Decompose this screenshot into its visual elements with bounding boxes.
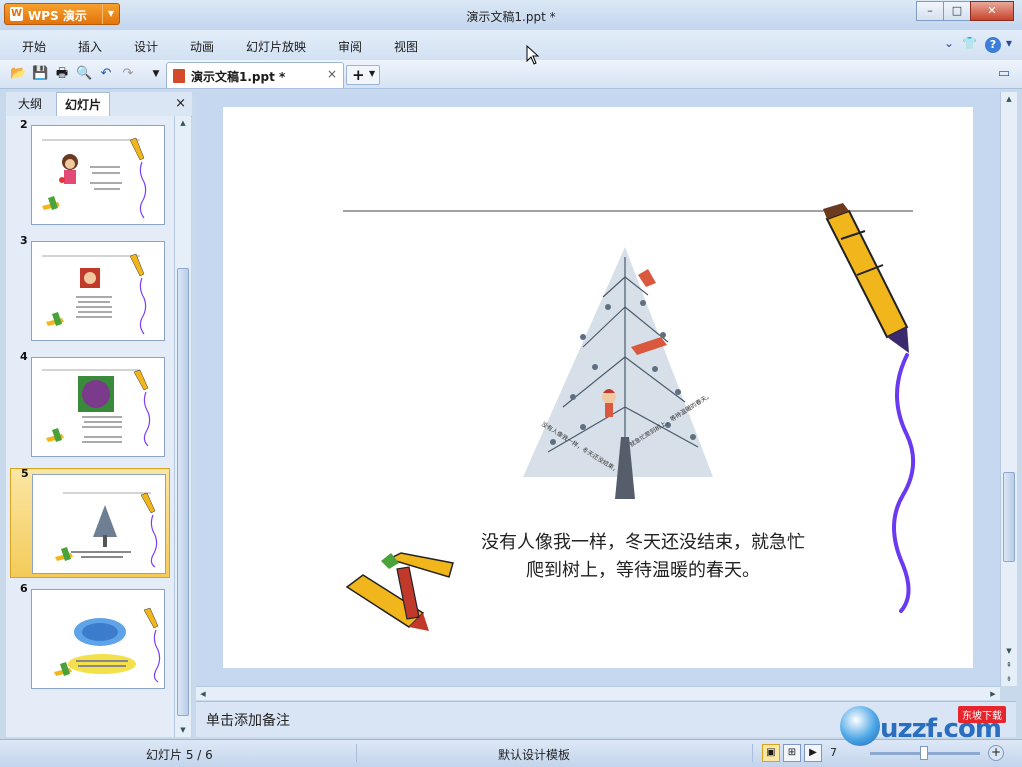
- help-icon[interactable]: ?: [985, 37, 1001, 53]
- scroll-right-arrow[interactable]: ▶: [986, 687, 1000, 701]
- slide-thumbnail[interactable]: 2: [10, 118, 170, 230]
- slide-preview: [32, 474, 166, 574]
- menu-view[interactable]: 视图: [394, 38, 418, 55]
- document-tab-label: 演示文稿1.ppt *: [191, 70, 286, 84]
- slide-number: 2: [20, 118, 28, 131]
- caption-line-2: 爬到树上，等待温暖的春天。: [526, 560, 760, 581]
- scroll-up-arrow[interactable]: ▲: [1001, 92, 1017, 106]
- site-watermark: uzzf.com 东坡下载: [840, 702, 1018, 758]
- plus-icon: +: [352, 66, 365, 84]
- editor-vertical-scrollbar[interactable]: ▲ ▼ ⇞ ⇟: [1000, 92, 1017, 686]
- slide-3-image: [42, 253, 147, 335]
- chevron-down-icon[interactable]: ▾: [1006, 36, 1012, 50]
- prev-slide-arrow[interactable]: ⇞: [1001, 658, 1017, 672]
- tree-illustration: 没有人像我一样，冬天还没结束， 就急忙爬到树上，等待温暖的春天。: [523, 247, 713, 499]
- menu-bar: 开始 插入 设计 动画 幻灯片放映 审阅 视图 ⌄ 👕 ? ▾: [0, 30, 1022, 60]
- scroll-thumb[interactable]: [177, 268, 189, 716]
- menu-design[interactable]: 设计: [134, 38, 158, 55]
- slide-number: 3: [20, 234, 28, 247]
- shirt-icon[interactable]: 👕: [962, 36, 977, 50]
- slide-counter: 幻灯片 5 / 6: [146, 748, 213, 762]
- panel-tabs: 大纲 幻灯片 ×: [6, 92, 192, 117]
- title-bar: W WPS 演示 ▼ 演示文稿1.ppt * – □ ✕: [0, 0, 1022, 30]
- chevron-down-icon: ▼: [369, 69, 376, 78]
- save-icon[interactable]: 💾: [32, 66, 48, 82]
- menu-review[interactable]: 审阅: [338, 38, 362, 55]
- slide-5-image: [55, 492, 158, 568]
- scroll-down-arrow[interactable]: ▼: [175, 723, 191, 737]
- slide-editor: 没有人像我一样，冬天还没结束， 就急忙爬到树上，等待温暖的春天。 没有人像我一样…: [196, 92, 1004, 686]
- slides-panel: 大纲 幻灯片 × 2 3 4 5 6 ▲ ▼: [6, 92, 192, 737]
- thumbnail-scrollbar[interactable]: ▲ ▼: [174, 116, 191, 737]
- menu-home[interactable]: 开始: [22, 38, 46, 55]
- next-slide-arrow[interactable]: ⇟: [1001, 672, 1017, 686]
- redo-icon[interactable]: ↷: [120, 66, 136, 82]
- tab-outline[interactable]: 大纲: [10, 92, 50, 116]
- scroll-down-arrow[interactable]: ▼: [1001, 644, 1017, 658]
- customize-toolbar-icon[interactable]: ▼: [148, 66, 164, 82]
- mouse-cursor-icon: [526, 45, 540, 65]
- window-title: 演示文稿1.ppt *: [466, 10, 556, 24]
- scroll-left-arrow[interactable]: ◀: [196, 687, 210, 701]
- status-divider: [356, 744, 357, 762]
- slide-6-image: [54, 607, 161, 683]
- close-panel-icon[interactable]: ×: [175, 96, 186, 111]
- minimize-button[interactable]: –: [916, 1, 944, 21]
- scroll-up-arrow[interactable]: ▲: [175, 116, 191, 130]
- pencil-decoration-top: [823, 203, 909, 353]
- print-preview-icon[interactable]: 🔍: [76, 66, 92, 82]
- slide-2-image: [42, 137, 147, 219]
- status-divider: [752, 744, 753, 762]
- slide-canvas[interactable]: 没有人像我一样，冬天还没结束， 就急忙爬到树上，等待温暖的春天。 没有人像我一样…: [223, 107, 973, 668]
- slide-number: 4: [20, 350, 28, 363]
- menu-animation[interactable]: 动画: [190, 38, 214, 55]
- document-tab[interactable]: 演示文稿1.ppt * ×: [166, 62, 344, 88]
- slide-preview: [31, 357, 165, 457]
- slide-caption[interactable]: 没有人像我一样，冬天还没结束，就急忙 爬到树上，等待温暖的春天。: [413, 529, 873, 585]
- menu-slideshow[interactable]: 幻灯片放映: [246, 38, 306, 55]
- layout-toggle-icon[interactable]: ▭: [996, 66, 1012, 82]
- menu-insert[interactable]: 插入: [78, 38, 102, 55]
- open-folder-icon[interactable]: 📂: [10, 66, 26, 82]
- watermark-tag: 东坡下载: [958, 706, 1006, 723]
- normal-view-icon[interactable]: ▣: [762, 744, 780, 762]
- ppt-file-icon: [173, 69, 185, 83]
- scroll-thumb[interactable]: [1003, 472, 1015, 562]
- slide-thumbnail[interactable]: 6: [10, 582, 170, 694]
- close-tab-icon[interactable]: ×: [327, 67, 337, 81]
- slide-4-image: [42, 369, 151, 447]
- slide-preview: [31, 241, 165, 341]
- new-tab-button[interactable]: + ▼: [346, 65, 380, 85]
- notes-placeholder: 单击添加备注: [206, 713, 290, 729]
- slide-preview: [31, 589, 165, 689]
- slide-thumbnail-selected[interactable]: 5: [10, 467, 170, 578]
- print-icon[interactable]: 🖶: [54, 66, 70, 82]
- quick-access-toolbar: 📂 💾 🖶 🔍 ↶ ↷ ▼ 演示文稿1.ppt * × + ▼ ▭: [0, 60, 1022, 89]
- watermark-logo-icon: [840, 706, 880, 746]
- slide-sorter-icon[interactable]: ⊞: [783, 744, 801, 762]
- undo-icon[interactable]: ↶: [98, 66, 114, 82]
- thumbnail-list: 2 3 4 5 6: [6, 116, 174, 737]
- maximize-button[interactable]: □: [943, 1, 971, 21]
- slide-number: 5: [21, 467, 29, 480]
- slide-thumbnail[interactable]: 3: [10, 234, 170, 346]
- design-template-name: 默认设计模板: [498, 748, 571, 762]
- tab-slides[interactable]: 幻灯片: [56, 92, 111, 116]
- chevron-down-icon[interactable]: ⌄: [944, 36, 954, 50]
- slide-thumbnail[interactable]: 4: [10, 350, 170, 462]
- editor-horizontal-scrollbar[interactable]: ◀ ▶: [196, 686, 1000, 700]
- caption-line-1: 没有人像我一样，冬天还没结束，就急忙: [481, 532, 805, 553]
- slide-number: 6: [20, 582, 28, 595]
- window-controls: – □ ✕: [916, 1, 1014, 21]
- zoom-level: 7: [830, 746, 837, 759]
- slide-preview: [31, 125, 165, 225]
- close-button[interactable]: ✕: [970, 1, 1014, 21]
- slideshow-view-icon[interactable]: ▶: [804, 744, 822, 762]
